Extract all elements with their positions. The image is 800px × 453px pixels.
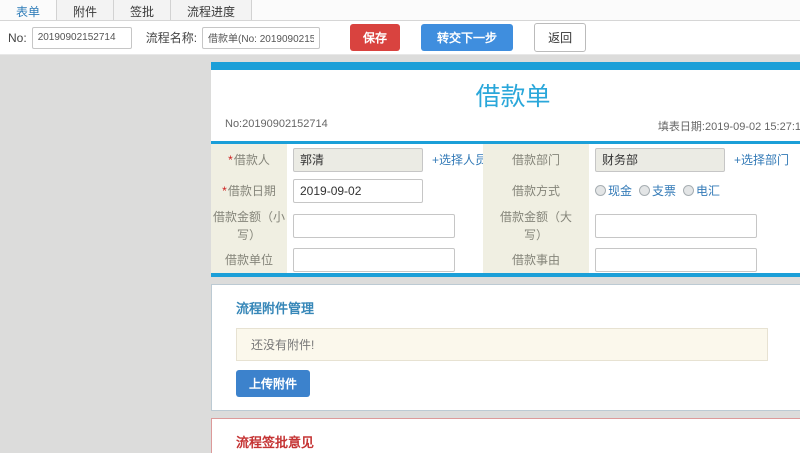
select-department-link[interactable]: +选择部门 <box>734 151 789 168</box>
tab-form[interactable]: 表单 <box>0 0 58 20</box>
loan-form-card: 借款单 No:20190902152714 填表日期:2019-09-02 15… <box>211 62 800 277</box>
department-field: +选择部门 <box>589 144 800 175</box>
borrower-label: *借款人 <box>211 144 287 175</box>
loan-date-field <box>287 175 483 206</box>
radio-circle-icon[interactable] <box>595 185 606 196</box>
accent-bar-bottom <box>211 273 800 277</box>
no-label: No: <box>8 30 27 45</box>
borrower-input[interactable] <box>293 147 423 172</box>
forward-next-step-button[interactable]: 转交下一步 <box>421 24 514 51</box>
amount-upper-input[interactable] <box>595 214 757 238</box>
upload-attachment-button[interactable]: 上传附件 <box>236 370 311 397</box>
loan-reason-input[interactable] <box>595 247 757 272</box>
loan-reason-field <box>589 246 800 273</box>
amount-upper-label: 借款金额（大写） <box>483 206 589 246</box>
process-name-input[interactable] <box>202 26 321 49</box>
process-name-label: 流程名称: <box>145 31 198 45</box>
loan-form-grid: *借款人 +选择人员 借款部门 +选择部门 *借款日期 借款方 <box>211 144 800 273</box>
save-button[interactable]: 保存 <box>350 24 401 51</box>
attachments-heading: 流程附件管理 <box>236 301 315 316</box>
radio-circle-icon[interactable] <box>683 185 695 196</box>
loan-reason-label: 借款事由 <box>483 246 589 273</box>
tab-approval[interactable]: 签批 <box>114 0 172 20</box>
loan-method-label: 借款方式 <box>483 175 589 206</box>
amount-lower-input[interactable] <box>293 214 455 238</box>
attachments-card: 流程附件管理 还没有附件! 上传附件 <box>211 284 800 411</box>
toolbar: No: 流程名称: 保存 转交下一步 返回 <box>0 21 800 55</box>
radio-cheque[interactable]: 支票 <box>639 182 676 199</box>
amount-upper-field <box>589 206 800 246</box>
loan-date-label: *借款日期 <box>211 175 287 206</box>
accent-bar-top <box>211 62 800 70</box>
main-area: 借款单 No:20190902152714 填表日期:2019-09-02 15… <box>0 55 800 453</box>
department-label: 借款部门 <box>483 144 589 175</box>
select-person-link[interactable]: +选择人员 <box>432 151 487 168</box>
required-mark: * <box>222 183 227 198</box>
radio-circle-icon[interactable] <box>639 185 651 196</box>
page-title: 借款单 <box>475 83 551 111</box>
loan-date-input[interactable] <box>293 178 423 203</box>
amount-lower-field <box>287 206 483 246</box>
form-no-text: No:20190902152714 <box>225 118 328 130</box>
loan-unit-input[interactable] <box>293 247 455 272</box>
signoff-heading: 流程签批意见 <box>236 435 315 450</box>
loan-unit-label: 借款单位 <box>211 246 287 273</box>
loan-method-field: 现金 支票 电汇 <box>589 175 800 206</box>
loan-unit-field <box>287 246 483 273</box>
borrower-field: +选择人员 <box>287 144 487 175</box>
radio-wire[interactable]: 电汇 <box>683 182 720 199</box>
required-mark: * <box>228 152 233 167</box>
signoff-card: 流程签批意见 B I abc A <box>211 418 800 453</box>
tab-bar: 表单 附件 签批 流程进度 <box>0 0 800 21</box>
amount-lower-label: 借款金额（小写） <box>211 206 287 246</box>
department-input[interactable] <box>595 147 725 172</box>
form-date-text: 填表日期:2019-09-02 15:27:1 <box>657 121 800 133</box>
content-panel: 借款单 No:20190902152714 填表日期:2019-09-02 15… <box>211 62 800 453</box>
tab-attachments[interactable]: 附件 <box>57 0 115 20</box>
no-attachments-alert: 还没有附件! <box>236 328 768 361</box>
tab-process-progress[interactable]: 流程进度 <box>171 0 253 20</box>
back-button[interactable]: 返回 <box>534 23 587 52</box>
form-meta-row: No:20190902152714 填表日期:2019-09-02 15:27:… <box>211 116 800 141</box>
radio-cash[interactable]: 现金 <box>595 182 632 199</box>
no-input[interactable] <box>31 26 132 49</box>
